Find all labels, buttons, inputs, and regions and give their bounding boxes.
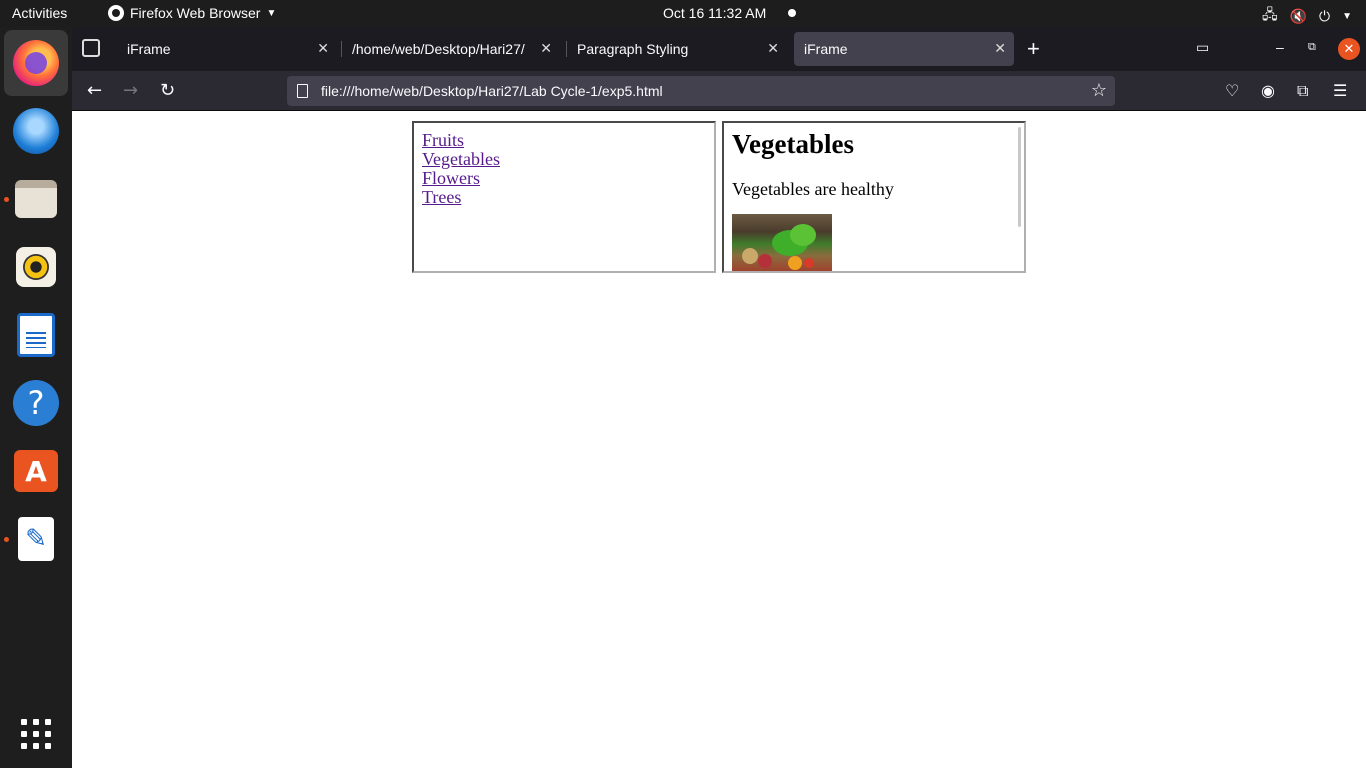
bookmark-star-icon[interactable]: ☆ <box>1091 80 1107 101</box>
reload-icon[interactable]: ↻ <box>160 80 175 101</box>
firefox-small-icon <box>108 5 124 21</box>
tab-home-path[interactable]: /home/web/Desktop/Hari27/ ✕ <box>342 32 554 66</box>
close-tab-icon[interactable]: ✕ <box>994 40 1006 57</box>
link-vegetables[interactable]: Vegetables <box>422 150 500 169</box>
dock-firefox[interactable] <box>4 30 68 96</box>
tab-title: iFrame <box>804 41 848 57</box>
dock-text-editor[interactable]: ✎ <box>12 515 60 563</box>
notification-dot-icon <box>788 9 796 17</box>
dock-rhythmbox[interactable] <box>12 243 60 291</box>
system-tray[interactable]: 🖧 🔇 ⏻ ▼ <box>1262 4 1352 28</box>
app-menu-label: Firefox Web Browser <box>130 5 261 21</box>
app-center-icon: A <box>14 450 58 492</box>
back-icon[interactable]: ← <box>87 80 102 101</box>
caret-down-icon: ▼ <box>266 7 277 19</box>
dock-writer[interactable] <box>12 311 60 359</box>
tab-title: /home/web/Desktop/Hari27/ <box>352 41 525 57</box>
thunderbird-icon <box>13 108 59 154</box>
link-trees[interactable]: Trees <box>422 188 500 207</box>
dock-thunderbird[interactable] <box>12 107 60 155</box>
account-icon[interactable]: ◉ <box>1261 81 1275 100</box>
iframe-content[interactable]: Vegetables Vegetables are healthy <box>722 121 1026 273</box>
page-icon <box>297 84 308 98</box>
rhythmbox-icon <box>16 247 56 287</box>
app-grid-icon <box>21 719 51 749</box>
gnome-top-bar: Activities Firefox Web Browser ▼ Oct 16 … <box>0 0 1366 27</box>
navigation-toolbar: ← → ↻ file:///home/web/Desktop/Hari27/La… <box>72 71 1366 111</box>
url-bar[interactable]: file:///home/web/Desktop/Hari27/Lab Cycl… <box>287 76 1115 106</box>
close-window-button[interactable]: ✕ <box>1338 38 1360 60</box>
extensions-icon[interactable]: ⧉ <box>1297 81 1308 101</box>
app-menu[interactable]: Firefox Web Browser ▼ <box>108 5 276 21</box>
text-editor-icon: ✎ <box>18 517 54 561</box>
writer-icon <box>17 313 55 357</box>
iframe-scrollbar[interactable] <box>1018 127 1021 227</box>
tab-title: Paragraph Styling <box>577 41 689 57</box>
close-tab-icon[interactable]: ✕ <box>767 40 779 57</box>
network-icon: 🖧 <box>1261 6 1278 22</box>
iframe-menu[interactable]: Fruits Vegetables Flowers Trees <box>412 121 716 273</box>
pocket-icon[interactable]: ♡ <box>1225 81 1239 100</box>
help-icon: ? <box>13 380 59 426</box>
tab-paragraph-styling[interactable]: Paragraph Styling ✕ <box>567 32 787 66</box>
vegetables-image <box>732 214 832 271</box>
link-fruits[interactable]: Fruits <box>422 131 500 150</box>
tab-iframe-1[interactable]: iFrame ✕ <box>117 32 337 66</box>
hamburger-menu-icon[interactable]: ☰ <box>1333 81 1347 100</box>
volume-muted-icon: 🔇 <box>1289 7 1308 24</box>
caret-down-icon: ▼ <box>1342 10 1352 22</box>
activities-button[interactable]: Activities <box>12 5 67 21</box>
dock-app-center[interactable]: A <box>12 447 60 495</box>
firefox-window: iFrame ✕ /home/web/Desktop/Hari27/ ✕ Par… <box>72 27 1366 768</box>
tab-bar: iFrame ✕ /home/web/Desktop/Hari27/ ✕ Par… <box>72 27 1366 71</box>
new-tab-button[interactable]: + <box>1027 36 1040 62</box>
minimize-icon[interactable]: – <box>1276 39 1284 55</box>
page-paragraph: Vegetables are healthy <box>732 179 894 199</box>
page-content: Fruits Vegetables Flowers Trees Vegetabl… <box>72 112 1366 768</box>
dock: ? A ✎ <box>0 27 72 768</box>
link-flowers[interactable]: Flowers <box>422 169 500 188</box>
firefox-view-icon[interactable] <box>82 39 100 57</box>
running-indicator <box>4 197 9 202</box>
clock[interactable]: Oct 16 11:32 AM <box>663 5 766 21</box>
dock-files[interactable] <box>12 175 60 223</box>
running-indicator <box>4 537 9 542</box>
dock-help[interactable]: ? <box>12 379 60 427</box>
tab-title: iFrame <box>127 41 171 57</box>
url-text[interactable]: file:///home/web/Desktop/Hari27/Lab Cycl… <box>321 83 663 99</box>
tab-iframe-active[interactable]: iFrame ✕ <box>794 32 1014 66</box>
close-tab-icon[interactable]: ✕ <box>540 40 552 57</box>
firefox-icon <box>13 40 59 86</box>
link-list: Fruits Vegetables Flowers Trees <box>422 131 500 207</box>
page-heading: Vegetables <box>732 129 854 159</box>
forward-icon[interactable]: → <box>123 80 138 101</box>
close-tab-icon[interactable]: ✕ <box>317 40 329 57</box>
power-icon: ⏻ <box>1319 7 1331 24</box>
list-all-tabs-icon[interactable]: ▭ <box>1196 39 1209 56</box>
show-apps-button[interactable] <box>12 710 60 758</box>
files-icon <box>15 180 57 218</box>
restore-icon[interactable]: ⧉ <box>1308 41 1316 54</box>
